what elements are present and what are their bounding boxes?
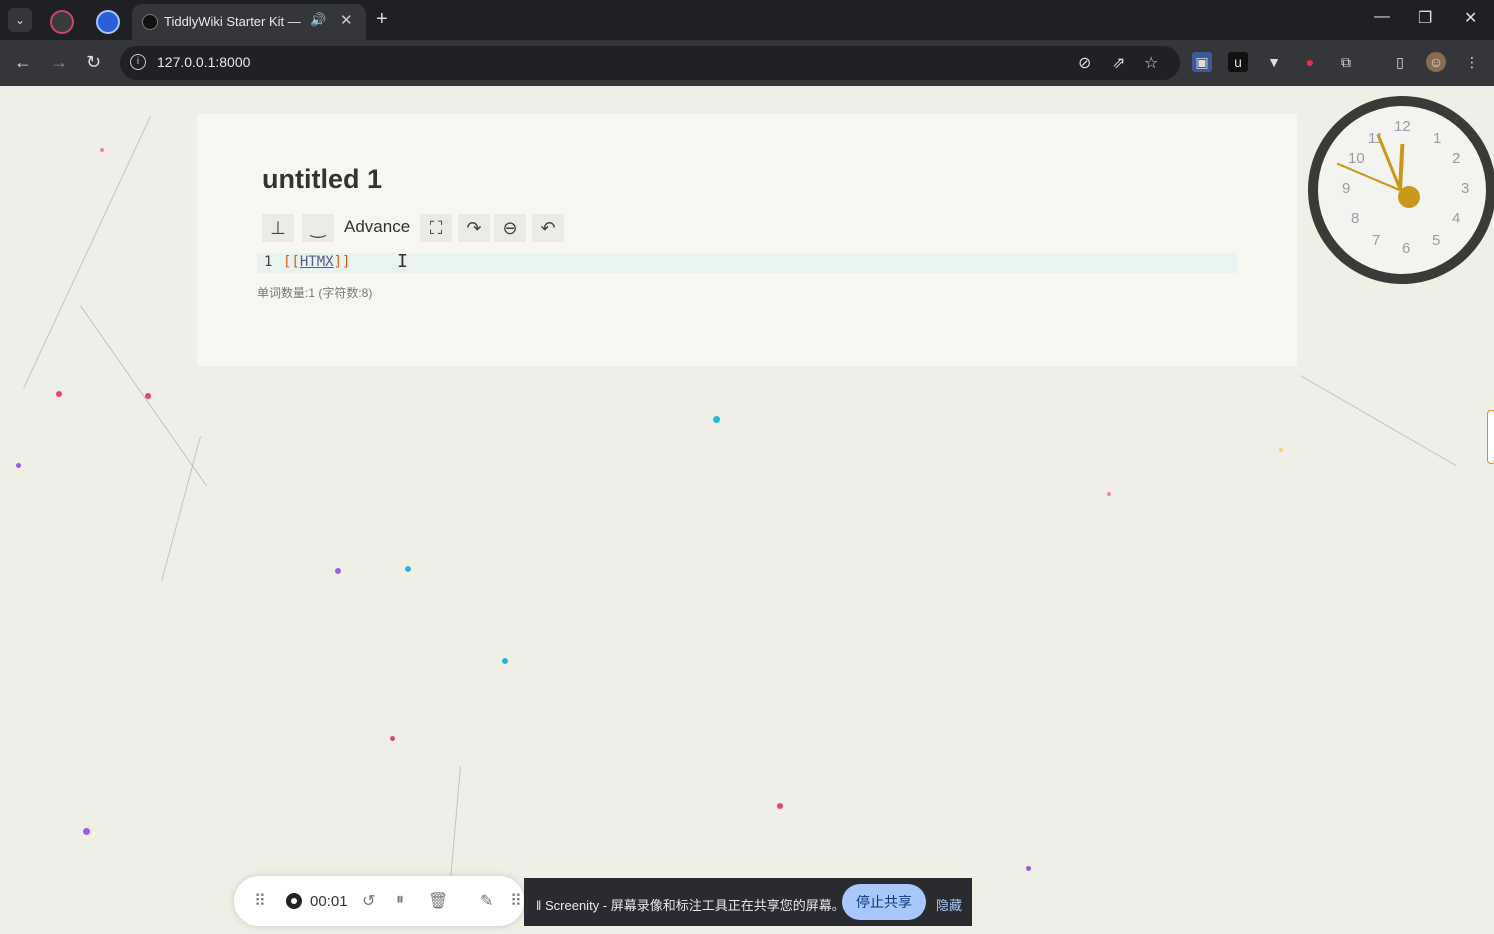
extension-record-icon[interactable]: ●	[1300, 52, 1320, 72]
forward-arrow-icon[interactable]: →	[50, 52, 68, 73]
background-dot	[16, 463, 21, 468]
browser-tab-strip: ⌄ TiddlyWiki Starter Kit — 🔊 ✕ + — ❐ ✕	[0, 0, 1494, 40]
clock-number: 3	[1461, 180, 1470, 197]
new-tab-button[interactable]: +	[376, 8, 388, 31]
clock-number: 6	[1402, 240, 1411, 257]
screen-recorder-toolbar: ⠿ 00:01 ↺ ⏸ 🗑 ✎ ⠿	[234, 876, 524, 926]
tab-close-icon[interactable]: ✕	[340, 11, 353, 29]
background-dot	[1107, 492, 1111, 496]
page-scrollbar-thumb[interactable]	[1487, 410, 1494, 464]
clock-number: 9	[1342, 180, 1351, 197]
background-dot	[335, 568, 341, 574]
pause-recording-icon[interactable]: ⏸	[396, 891, 404, 909]
zoom-out-icon[interactable]: ⊖	[494, 214, 526, 242]
restart-recording-icon[interactable]: ↺	[362, 891, 375, 911]
link-open-brackets: [[	[283, 254, 300, 270]
undo-icon[interactable]: ↶	[532, 214, 564, 242]
tiddler-title: untitled 1	[262, 164, 382, 194]
tiddler-editor: untitled 1 ⊥ ‿ Advance ⛶ ↷ ⊖ ↶ 1 [[HTMX]…	[197, 114, 1297, 366]
screen-share-message: ‖ Screenity - 屏幕录像和标注工具正在共享您的屏幕。	[536, 898, 845, 913]
close-window-icon[interactable]: ✕	[1464, 8, 1477, 28]
camera-blocked-icon[interactable]: ⊘	[1078, 53, 1091, 73]
pinned-tab-record-icon[interactable]	[50, 10, 74, 34]
stop-sharing-button[interactable]: 停止共享	[842, 884, 926, 920]
browser-toolbar: ← → ↻ i 127.0.0.1:8000 ⊘ ⇗ ☆ ▣ u ▼ ● ⧉ ▯…	[0, 40, 1494, 86]
profile-avatar[interactable]: ☺	[1426, 52, 1446, 72]
extension-v-icon[interactable]: ▼	[1264, 52, 1284, 72]
clock-number: 2	[1452, 150, 1461, 167]
clock-number: 12	[1394, 118, 1411, 135]
extensions-puzzle-icon[interactable]: ⧉	[1336, 52, 1356, 72]
clock-number: 5	[1432, 232, 1441, 249]
screen-share-banner: ‖ Screenity - 屏幕录像和标注工具正在共享您的屏幕。 停止共享 隐藏	[524, 878, 972, 926]
clock-number: 4	[1452, 210, 1461, 227]
background-dot	[145, 393, 151, 399]
background-dot	[83, 828, 90, 835]
extension-u-icon[interactable]: u	[1228, 52, 1248, 72]
redo-icon[interactable]: ↷	[458, 214, 490, 242]
open-external-icon[interactable]: ⇗	[1112, 53, 1125, 73]
clock-number: 1	[1433, 130, 1442, 147]
background-dot	[100, 148, 104, 152]
clock-number: 10	[1348, 150, 1365, 167]
minimize-window-icon[interactable]: —	[1374, 8, 1390, 26]
link-close-brackets: ]]	[333, 254, 351, 270]
background-dot	[1279, 448, 1283, 452]
tiddlywiki-favicon-icon	[142, 14, 158, 30]
word-count: 单词数量:1 (字符数:8)	[257, 286, 373, 300]
drag-handle-icon[interactable]: ⠿	[510, 891, 522, 911]
site-info-icon[interactable]: i	[130, 54, 146, 70]
stamp-icon[interactable]: ⊥	[262, 214, 294, 242]
address-bar[interactable]: i 127.0.0.1:8000 ⊘ ⇗ ☆	[120, 46, 1180, 80]
bookmark-star-icon[interactable]: ☆	[1144, 53, 1158, 73]
tab-audio-icon[interactable]: 🔊	[310, 12, 326, 28]
background-branch-decoration	[80, 305, 208, 487]
clock-number: 7	[1372, 232, 1381, 249]
active-tab[interactable]: TiddlyWiki Starter Kit — 🔊 ✕	[132, 4, 366, 40]
screen-share-message-text: Screenity - 屏幕录像和标注工具正在共享您的屏幕。	[544, 898, 845, 913]
link-text[interactable]: HTMX	[300, 254, 334, 270]
code-content[interactable]: [[HTMX]]	[283, 254, 350, 270]
background-dot	[502, 658, 508, 664]
background-dot	[390, 736, 395, 741]
background-dot	[405, 566, 411, 572]
delete-recording-icon[interactable]: 🗑	[428, 891, 448, 911]
advance-button[interactable]: Advance	[344, 217, 410, 237]
pinned-tab-chrome-icon[interactable]	[96, 10, 120, 34]
tab-title: TiddlyWiki Starter Kit —	[164, 14, 301, 29]
analog-clock: 12 1 2 3 4 5 6 7 8 9 10 11	[1308, 96, 1494, 284]
background-branch-decoration	[23, 116, 151, 389]
hide-banner-button[interactable]: 隐藏	[936, 895, 962, 914]
background-dot	[777, 803, 783, 809]
restore-window-icon[interactable]: ❐	[1418, 8, 1432, 28]
browser-menu-icon[interactable]: ⋮	[1462, 52, 1482, 72]
drag-handle-icon[interactable]: ⠿	[254, 891, 266, 911]
recording-elapsed-time: 00:01	[310, 893, 348, 910]
clock-face: 12 1 2 3 4 5 6 7 8 9 10 11	[1318, 106, 1486, 274]
extension-image-icon[interactable]: ▣	[1192, 52, 1212, 72]
tab-search-button[interactable]: ⌄	[8, 8, 32, 32]
side-panel-icon[interactable]: ▯	[1390, 52, 1410, 72]
clock-hub	[1398, 186, 1420, 208]
fullscreen-icon[interactable]: ⛶	[420, 214, 452, 242]
annotate-pen-icon[interactable]: ✎	[480, 891, 493, 911]
text-cursor-icon: I	[397, 251, 408, 272]
page-viewport: untitled 1 ⊥ ‿ Advance ⛶ ↷ ⊖ ↶ 1 [[HTMX]…	[0, 86, 1494, 934]
preview-toggle-icon[interactable]: ‿	[302, 214, 334, 242]
recording-indicator-icon[interactable]	[286, 893, 302, 909]
background-dot	[1026, 866, 1031, 871]
clock-number: 8	[1351, 210, 1360, 227]
back-arrow-icon[interactable]: ←	[14, 52, 32, 73]
background-branch-decoration	[449, 766, 461, 886]
background-branch-decoration	[161, 436, 201, 582]
address-url[interactable]: 127.0.0.1:8000	[157, 54, 250, 70]
background-dot	[56, 391, 62, 397]
reload-icon[interactable]: ↻	[86, 52, 101, 73]
background-dot	[713, 416, 720, 423]
line-number: 1	[264, 254, 273, 270]
background-branch-decoration	[1300, 375, 1457, 466]
